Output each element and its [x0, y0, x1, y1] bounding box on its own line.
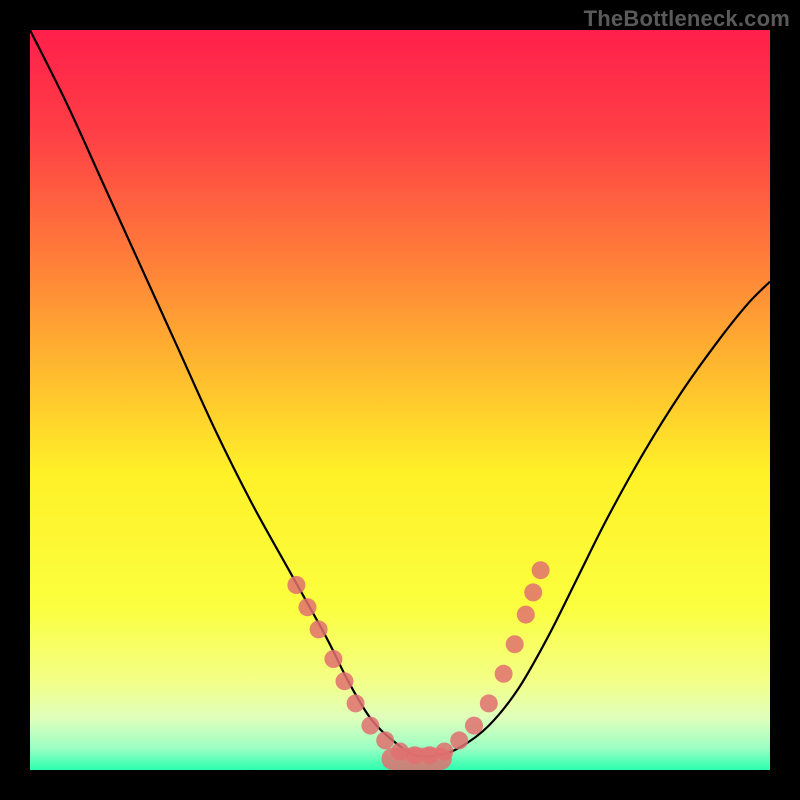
- highlight-dot: [376, 731, 394, 749]
- bottom-band: [382, 748, 452, 770]
- chart-frame: [30, 30, 770, 770]
- highlight-dot: [287, 576, 305, 594]
- highlight-dot: [336, 672, 354, 690]
- watermark-text: TheBottleneck.com: [584, 6, 790, 32]
- highlight-dot: [361, 717, 379, 735]
- highlight-dot: [524, 583, 542, 601]
- highlight-dot: [532, 561, 550, 579]
- highlight-dot: [299, 598, 317, 616]
- highlight-dot: [480, 694, 498, 712]
- highlight-dot: [465, 717, 483, 735]
- chart-background: [30, 30, 770, 770]
- highlight-dot: [450, 731, 468, 749]
- highlight-dot: [324, 650, 342, 668]
- highlight-dot: [517, 606, 535, 624]
- bottleneck-chart: [30, 30, 770, 770]
- highlight-dot: [310, 620, 328, 638]
- highlight-dot: [347, 694, 365, 712]
- highlight-dot: [506, 635, 524, 653]
- highlight-dot: [495, 665, 513, 683]
